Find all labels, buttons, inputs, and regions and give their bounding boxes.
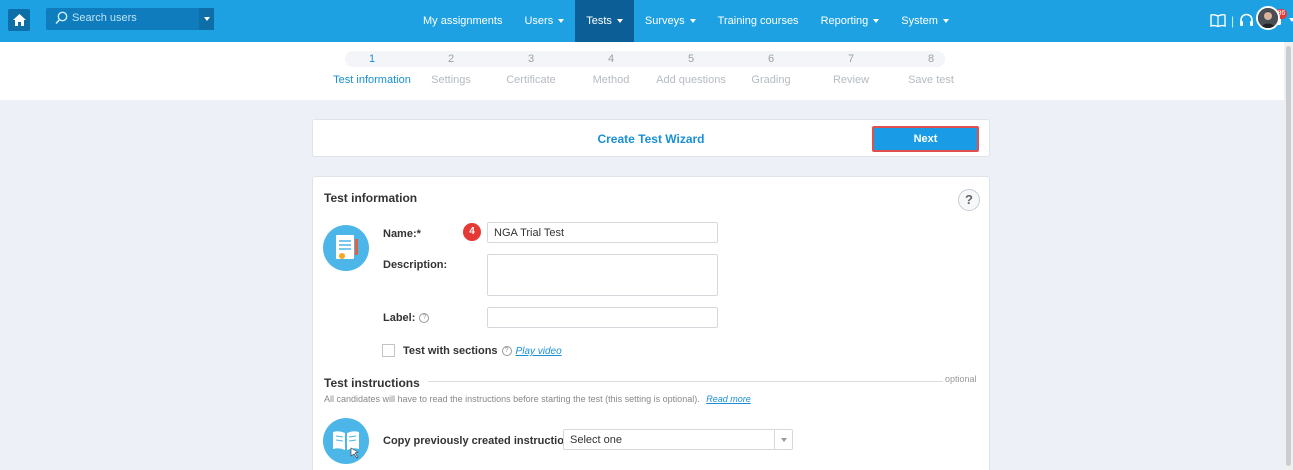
step-add-questions[interactable]: 5 Add questions bbox=[651, 51, 731, 86]
nav-label: Reporting bbox=[820, 15, 869, 27]
nav-label: System bbox=[901, 15, 938, 27]
step-label: Add questions bbox=[656, 74, 726, 86]
chevron-down-icon bbox=[616, 19, 623, 24]
help-icon[interactable]: ? bbox=[958, 189, 980, 211]
step-number: 4 bbox=[607, 53, 615, 65]
step-number: 3 bbox=[527, 53, 535, 65]
home-icon bbox=[12, 14, 26, 26]
copy-instructions-select[interactable]: Select one bbox=[563, 429, 793, 450]
chevron-down-icon bbox=[689, 19, 696, 24]
nav-users[interactable]: Users bbox=[513, 0, 575, 42]
step-label: Settings bbox=[431, 74, 471, 86]
nav-label: Surveys bbox=[644, 15, 685, 27]
next-button[interactable]: Next bbox=[872, 126, 979, 152]
avatar[interactable] bbox=[1256, 6, 1280, 30]
chevron-down-icon bbox=[780, 437, 787, 442]
test-with-sections-label: Test with sections? Play video bbox=[403, 345, 562, 357]
top-nav-bar: Search users My assignments Users Tests … bbox=[0, 0, 1293, 42]
nav-label: Users bbox=[524, 15, 554, 27]
optional-tag: optional bbox=[945, 374, 977, 384]
select-dropdown-toggle[interactable] bbox=[774, 430, 792, 449]
nav-system[interactable]: System bbox=[890, 0, 960, 42]
step-test-information[interactable]: 1 Test information bbox=[332, 51, 412, 86]
chevron-down-icon[interactable] bbox=[1289, 18, 1293, 22]
label-text: Label: bbox=[383, 312, 416, 324]
info-icon[interactable]: ? bbox=[419, 313, 430, 324]
divider bbox=[428, 381, 943, 382]
label-field-label: Label:? bbox=[383, 312, 430, 324]
search-filter-dropdown[interactable] bbox=[199, 8, 214, 30]
step-number: 2 bbox=[447, 53, 455, 65]
description-label: Description: bbox=[383, 259, 448, 271]
nav-training-courses[interactable]: Training courses bbox=[707, 0, 810, 42]
name-label: Name:* bbox=[383, 228, 421, 240]
nav-reporting[interactable]: Reporting bbox=[810, 0, 891, 42]
chevron-down-icon bbox=[942, 19, 949, 24]
nav-label: My assignments bbox=[423, 15, 503, 27]
select-value: Select one bbox=[570, 434, 622, 446]
scrollbar-thumb[interactable] bbox=[1286, 46, 1291, 466]
test-name-input[interactable] bbox=[487, 222, 718, 243]
search-users-input[interactable]: Search users bbox=[46, 8, 214, 30]
step-grading[interactable]: 6 Grading bbox=[731, 51, 811, 86]
wizard-header-card: Create Test Wizard Next bbox=[312, 119, 990, 157]
chevron-down-icon bbox=[203, 17, 210, 21]
play-video-link[interactable]: Play video bbox=[516, 346, 562, 357]
nav-label: Tests bbox=[586, 15, 612, 27]
nav-label: Training courses bbox=[717, 15, 799, 27]
step-number: 5 bbox=[687, 53, 695, 65]
step-label: Certificate bbox=[506, 74, 556, 86]
section-title-test-information: Test information bbox=[324, 191, 418, 205]
annotation-step-badge: 4 bbox=[463, 223, 481, 241]
nav-surveys[interactable]: Surveys bbox=[634, 0, 707, 42]
step-label: Method bbox=[592, 74, 630, 86]
step-label: Review bbox=[832, 74, 870, 86]
open-book-icon bbox=[323, 418, 369, 464]
read-more-link[interactable]: Read more bbox=[706, 394, 751, 404]
step-certificate[interactable]: 3 Certificate bbox=[491, 51, 571, 86]
instructions-description: All candidates will have to read the ins… bbox=[324, 394, 751, 404]
instructions-text: All candidates will have to read the ins… bbox=[324, 394, 700, 404]
step-label: Grading bbox=[751, 74, 791, 86]
copy-instructions-label: Copy previously created instructions: bbox=[383, 435, 581, 447]
test-with-sections-checkbox[interactable] bbox=[382, 344, 395, 357]
step-number: 1 bbox=[368, 53, 376, 65]
nav-my-assignments[interactable]: My assignments bbox=[412, 0, 513, 42]
book-icon[interactable] bbox=[1210, 13, 1226, 30]
step-label: Test information bbox=[333, 74, 411, 86]
home-button[interactable] bbox=[8, 9, 30, 31]
step-label: Save test bbox=[908, 74, 954, 86]
headset-icon[interactable] bbox=[1239, 13, 1254, 30]
sections-text: Test with sections bbox=[403, 345, 498, 357]
step-review[interactable]: 7 Review bbox=[811, 51, 891, 86]
section-title-test-instructions: Test instructions bbox=[324, 376, 420, 390]
separator: | bbox=[1231, 14, 1235, 28]
step-number: 6 bbox=[767, 53, 775, 65]
wizard-stepper: 1 Test information 2 Settings 3 Certificate… bbox=[0, 42, 1284, 100]
chevron-down-icon bbox=[873, 19, 880, 24]
nav-tests[interactable]: Tests bbox=[575, 0, 634, 42]
description-textarea[interactable] bbox=[487, 254, 718, 296]
test-information-card: Test information ? Name:* 4 Description:… bbox=[312, 176, 990, 470]
step-settings[interactable]: 2 Settings bbox=[411, 51, 491, 86]
info-icon[interactable]: ? bbox=[501, 346, 512, 357]
step-number: 8 bbox=[927, 53, 935, 65]
step-save-test[interactable]: 8 Save test bbox=[891, 51, 971, 86]
document-certificate-icon bbox=[323, 225, 369, 271]
label-input[interactable] bbox=[487, 307, 718, 328]
search-placeholder: Search users bbox=[72, 12, 137, 24]
chevron-down-icon bbox=[558, 19, 565, 24]
step-number: 7 bbox=[847, 53, 855, 65]
main-nav: My assignments Users Tests Surveys Train… bbox=[412, 0, 960, 42]
search-icon bbox=[55, 11, 68, 25]
step-method[interactable]: 4 Method bbox=[571, 51, 651, 86]
